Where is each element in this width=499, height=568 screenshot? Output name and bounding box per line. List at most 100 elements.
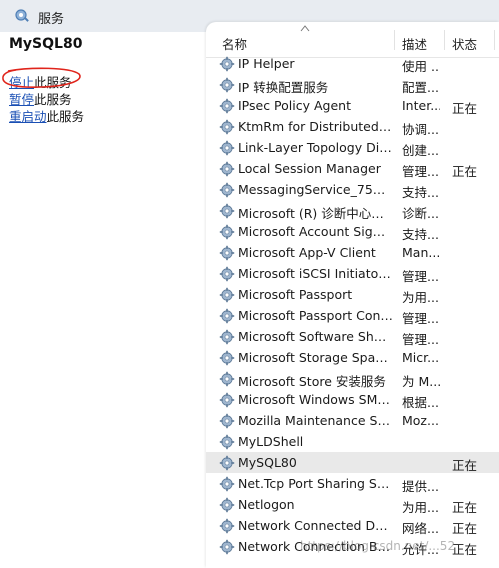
service-name: IPsec Policy Agent [238, 98, 351, 113]
table-row[interactable]: Microsoft App-V Client Man... [206, 242, 499, 263]
table-row[interactable]: Local Session Manager 管理... 正在 [206, 158, 499, 179]
service-description: Inter... [402, 98, 440, 113]
restart-service-link[interactable]: 重启动 [9, 109, 47, 124]
service-gear-icon [219, 140, 235, 156]
service-gear-icon [219, 434, 235, 450]
service-name: Microsoft Passport [238, 287, 353, 302]
service-description: 支持... [402, 227, 439, 242]
services-table-body: IP Helper 使用 ... IP 转换配置服务 配置... IPsec Polic… [206, 53, 499, 557]
service-name: Microsoft (R) 诊断中心标... [238, 206, 393, 221]
column-header-description[interactable]: 描述 [402, 34, 427, 53]
table-row[interactable]: Microsoft Account Sign-i... 支持... [206, 221, 499, 242]
service-gear-icon [219, 518, 235, 534]
service-gear-icon [219, 308, 235, 324]
service-detail-pane: MySQL80 停止此服务 暂停此服务 重启动此服务 [0, 32, 207, 568]
table-row[interactable]: Microsoft iSCSI Initiator ... 管理... [206, 263, 499, 284]
service-name: Microsoft Passport Cont... [238, 308, 393, 323]
service-description: 管理... [402, 332, 439, 347]
service-name: IP 转换配置服务 [238, 80, 329, 95]
service-description: 管理... [402, 269, 439, 284]
service-description: 支持... [402, 185, 439, 200]
table-row[interactable]: Microsoft Software Shad... 管理... [206, 326, 499, 347]
service-gear-icon [219, 392, 235, 408]
table-row[interactable]: Microsoft Storage Space... Micr... [206, 347, 499, 368]
service-gear-icon [219, 77, 235, 93]
selected-service-title: MySQL80 [9, 36, 83, 52]
service-gear-icon [219, 182, 235, 198]
service-gear-icon [219, 350, 235, 366]
chevron-up-icon [300, 25, 310, 32]
service-gear-icon [219, 119, 235, 135]
service-gear-icon [219, 497, 235, 513]
service-name: MessagingService_75ff71 [238, 182, 393, 197]
service-description: 使用 ... [402, 59, 440, 74]
service-name: MyLDShell [238, 434, 304, 449]
column-divider[interactable] [444, 30, 445, 50]
service-name: Local Session Manager [238, 161, 381, 176]
table-row[interactable]: Network Connected Devi... 网络... 正在 [206, 515, 499, 536]
column-header-name[interactable]: 名称 [222, 34, 247, 53]
table-row[interactable]: MyLDShell [206, 431, 499, 452]
service-description: 为 M... [402, 374, 440, 389]
table-row[interactable]: Netlogon 为用... 正在 [206, 494, 499, 515]
pause-service-label: 此服务 [34, 92, 72, 107]
stop-service-link[interactable]: 停止 [9, 75, 34, 90]
service-gear-icon [219, 56, 235, 72]
table-row[interactable]: Net.Tcp Port Sharing Ser... 提供... [206, 473, 499, 494]
window-title: 服务 [38, 12, 65, 27]
service-gear-icon [219, 266, 235, 282]
service-name: Microsoft App-V Client [238, 245, 376, 260]
table-row[interactable]: Microsoft Store 安装服务 为 M... [206, 368, 499, 389]
service-status: 正在 [452, 101, 478, 116]
table-row[interactable]: MySQL80 正在 [206, 452, 499, 473]
service-gear-icon [219, 245, 235, 261]
service-description: 为用... [402, 290, 439, 305]
service-status: 正在 [452, 521, 478, 536]
column-divider[interactable] [394, 30, 395, 50]
service-gear-icon [219, 413, 235, 429]
table-row[interactable]: Mozilla Maintenance Ser... Moz... [206, 410, 499, 431]
table-row[interactable]: IPsec Policy Agent Inter... 正在 [206, 95, 499, 116]
service-name: Mozilla Maintenance Ser... [238, 413, 393, 428]
table-row[interactable]: Microsoft (R) 诊断中心标... 诊断... [206, 200, 499, 221]
service-status: 正在 [452, 542, 478, 557]
service-gear-icon [219, 476, 235, 492]
service-description: 诊断... [402, 206, 439, 221]
service-description: 配置... [402, 80, 439, 95]
service-description: 管理... [402, 311, 439, 326]
service-description: 提供... [402, 479, 439, 494]
table-row[interactable]: IP Helper 使用 ... [206, 53, 499, 74]
service-name: Microsoft iSCSI Initiator ... [238, 266, 393, 281]
table-row[interactable]: Microsoft Windows SMS ... 根据... [206, 389, 499, 410]
service-name: Microsoft Storage Space... [238, 350, 393, 365]
service-description: 协调... [402, 122, 439, 137]
table-row[interactable]: Microsoft Passport 为用... [206, 284, 499, 305]
table-row[interactable]: IP 转换配置服务 配置... [206, 74, 499, 95]
column-divider[interactable] [494, 30, 495, 50]
restart-service-label: 此服务 [46, 109, 85, 124]
services-gear-icon [15, 9, 29, 22]
service-gear-icon [219, 287, 235, 303]
pause-service-link[interactable]: 暂停 [9, 92, 34, 107]
service-gear-icon [219, 224, 235, 240]
table-row[interactable]: Link-Layer Topology Disc... 创建... [206, 137, 499, 158]
service-status: 正在 [452, 458, 478, 473]
service-gear-icon [219, 539, 235, 555]
service-name: KtmRm for Distributed Tr... [238, 119, 393, 134]
service-description: 根据... [402, 395, 439, 410]
service-name: Microsoft Software Shad... [238, 329, 393, 344]
table-row[interactable]: MessagingService_75ff71 支持... [206, 179, 499, 200]
service-description: Moz... [402, 413, 439, 428]
service-name: Link-Layer Topology Disc... [238, 140, 393, 155]
service-gear-icon [219, 161, 235, 177]
service-description: Micr... [402, 350, 440, 365]
column-header-status[interactable]: 状态 [452, 34, 477, 53]
service-name: IP Helper [238, 56, 295, 71]
table-row[interactable]: Microsoft Passport Cont... 管理... [206, 305, 499, 326]
table-row[interactable]: KtmRm for Distributed Tr... 协调... [206, 116, 499, 137]
service-name: Network Connected Devi... [238, 518, 393, 533]
service-gear-icon [219, 455, 235, 471]
service-description: 为用... [402, 500, 439, 515]
service-gear-icon [219, 329, 235, 345]
service-status: 正在 [452, 500, 478, 515]
